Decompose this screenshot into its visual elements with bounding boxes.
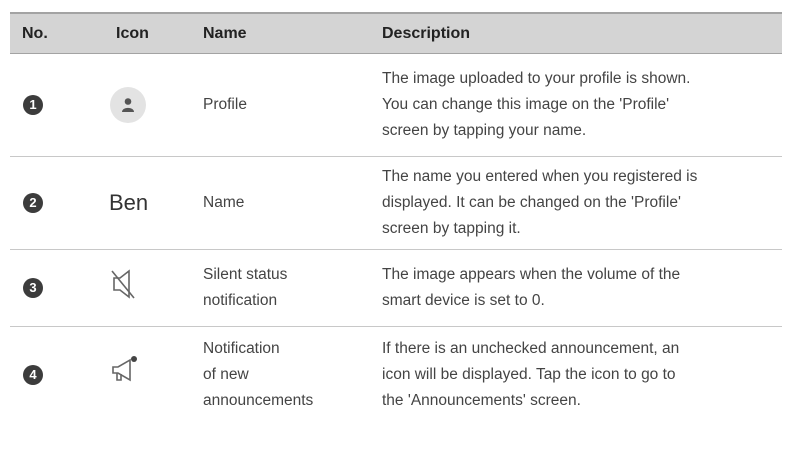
- table-header: No. Icon Name Description: [10, 12, 782, 54]
- header-name: Name: [203, 24, 247, 42]
- username-sample: Ben: [109, 190, 149, 215]
- header-no: No.: [22, 24, 48, 42]
- row-number-badge: 3: [23, 278, 43, 298]
- header-icon: Icon: [116, 24, 149, 42]
- row-description: The image uploaded to your profile is sh…: [382, 70, 691, 139]
- table-row: 2 Ben Name The name you entered when you…: [10, 157, 782, 250]
- row-number-badge: 1: [23, 95, 43, 115]
- row-name: Profile: [203, 96, 247, 113]
- row-name: Notification of new announcements: [203, 340, 314, 409]
- speaker-muted-icon: [108, 267, 138, 310]
- info-table: No. Icon Name Description 1 Profile The …: [10, 12, 782, 423]
- row-number-badge: 2: [23, 193, 43, 213]
- person-icon: [110, 87, 146, 123]
- row-name: Silent status notification: [203, 266, 288, 309]
- header-description: Description: [382, 24, 471, 42]
- table-row: 4 Notification of new announcements If t…: [10, 327, 782, 423]
- row-description: If there is an unchecked announcement, a…: [382, 340, 680, 409]
- table-row: 3 Silent status notification The image a…: [10, 250, 782, 327]
- row-number-badge: 4: [23, 365, 43, 385]
- table-row: 1 Profile The image uploaded to your pro…: [10, 54, 782, 157]
- row-description: The image appears when the volume of the…: [382, 266, 681, 309]
- megaphone-icon: [108, 354, 142, 397]
- row-name: Name: [203, 194, 245, 211]
- row-description: The name you entered when you registered…: [382, 168, 698, 237]
